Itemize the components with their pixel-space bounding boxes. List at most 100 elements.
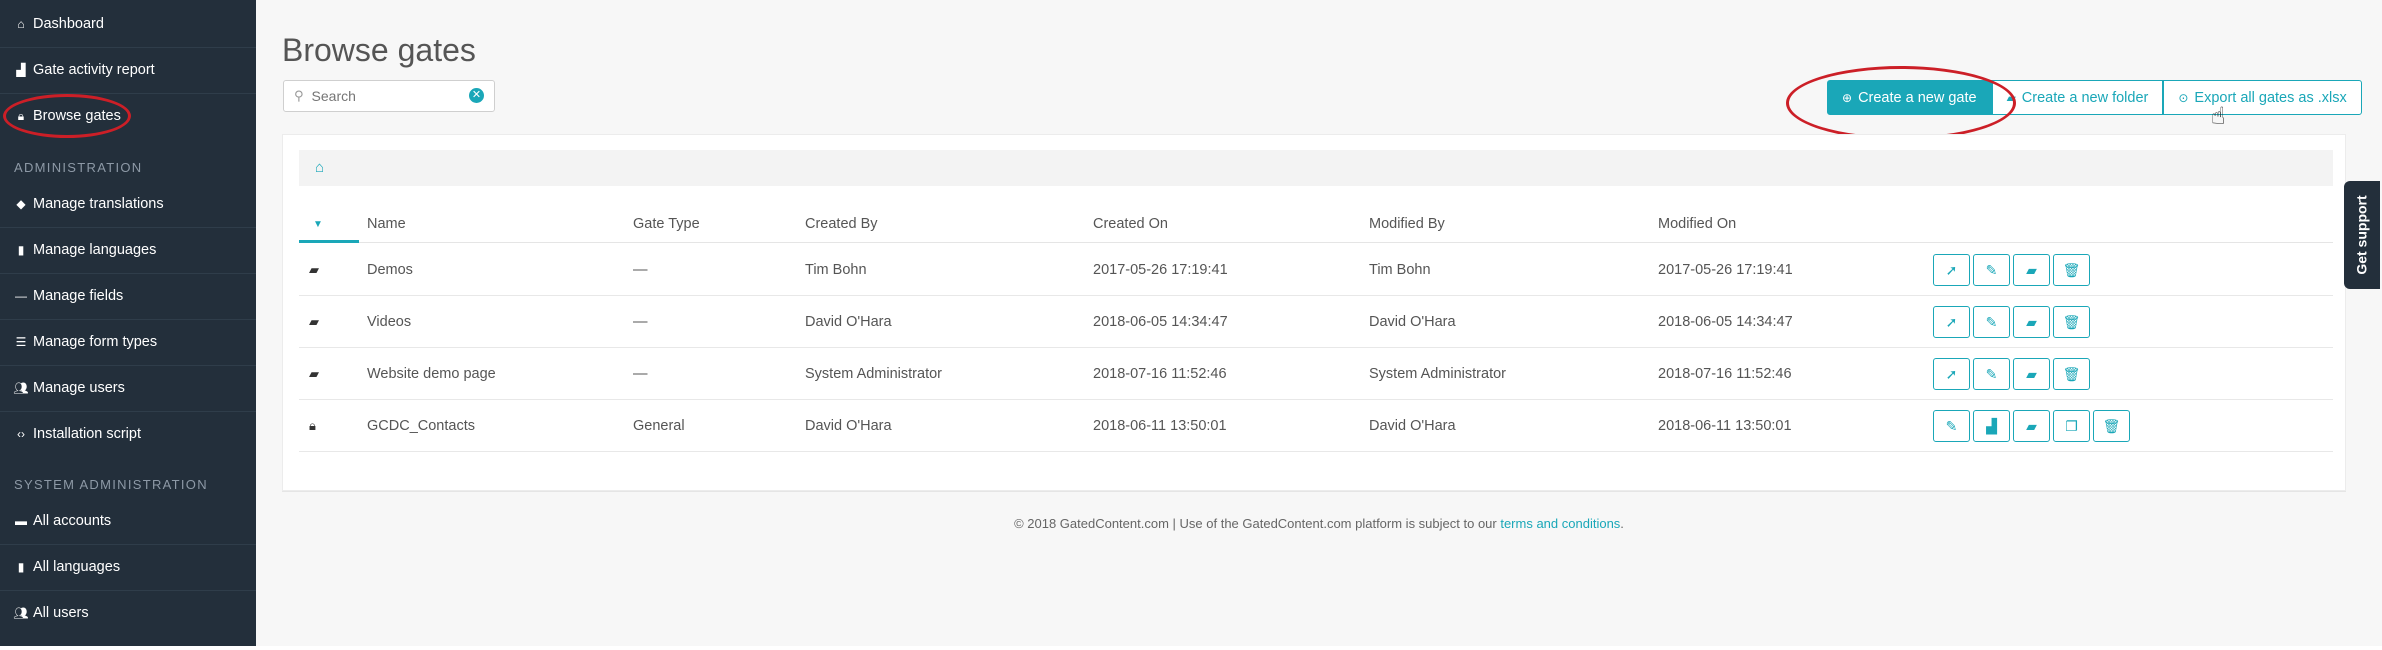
get-support-label: Get support <box>2354 195 2370 275</box>
create-folder-button[interactable]: ▰ Create a new folder <box>1991 80 2164 115</box>
column-header-modified-by[interactable]: Modified By <box>1369 216 1445 232</box>
table-header: ▼ Name Gate Type Created By Created On M… <box>299 205 2333 243</box>
sidebar-item-label: Installation script <box>33 426 141 442</box>
column-header-modified-on[interactable]: Modified On <box>1658 216 1736 232</box>
code-icon: ‹› <box>17 427 25 441</box>
download-icon: ⊙ <box>2178 90 2189 105</box>
get-support-tab[interactable]: Get support <box>2344 181 2380 289</box>
folder-icon: ▰ <box>2026 261 2037 278</box>
highlight-circle <box>3 94 131 138</box>
edit-button[interactable]: ✎ <box>1933 410 1970 442</box>
cell-created-on: 2018-06-11 13:50:01 <box>1093 418 1227 434</box>
move-button[interactable]: ▰ <box>2013 254 2050 286</box>
delete-button[interactable]: 🗑︎ <box>2053 358 2090 390</box>
column-header-name[interactable]: Name <box>367 216 406 232</box>
cell-name[interactable]: GCDC_Contacts <box>367 418 475 434</box>
delete-button[interactable]: 🗑︎ <box>2053 254 2090 286</box>
cell-modified-on: 2018-07-16 11:52:46 <box>1658 366 1792 382</box>
table-row[interactable]: ▰ Website demo page — System Administrat… <box>299 348 2333 400</box>
sidebar-item-label: Manage fields <box>33 288 124 304</box>
briefcase-icon: ▬ <box>15 514 27 528</box>
cell-gate-type: — <box>633 314 648 330</box>
cell-created-by: Tim Bohn <box>805 262 867 278</box>
cell-modified-by: David O'Hara <box>1369 314 1456 330</box>
table-row[interactable]: ▰ Demos — Tim Bohn 2017-05-26 17:19:41 T… <box>299 244 2333 296</box>
trash-icon: 🗑︎ <box>2062 313 2081 330</box>
sort-toggle[interactable]: ▼ <box>299 205 359 243</box>
highlight-circle <box>1786 66 2016 140</box>
home-icon[interactable]: ⌂ <box>315 159 324 176</box>
row-actions: ✎ ▟ ▰ ❐ 🗑︎ <box>1933 410 2130 442</box>
column-header-created-on[interactable]: Created On <box>1093 216 1168 232</box>
table-row[interactable]: ▰ Videos — David O'Hara 2018-06-05 14:34… <box>299 296 2333 348</box>
open-button[interactable]: ➚ <box>1933 254 1970 286</box>
edit-button[interactable]: ✎ <box>1973 358 2010 390</box>
export-xlsx-button[interactable]: ⊙ Export all gates as .xlsx <box>2163 80 2362 115</box>
breadcrumb: ⌂ <box>299 150 2333 186</box>
edit-button[interactable]: ✎ <box>1973 254 2010 286</box>
sidebar-item-all-users[interactable]: 👥︎ All users <box>0 591 256 635</box>
folder-icon: ▰ <box>309 366 319 381</box>
users-icon: 👥︎ <box>13 381 29 395</box>
sidebar-item-all-languages[interactable]: ▮ All languages <box>0 545 256 589</box>
search-box[interactable]: ⚲ ✕ <box>283 80 495 112</box>
sidebar-item-gate-activity-report[interactable]: ▟ Gate activity report <box>0 48 256 92</box>
section-heading-administration: ADMINISTRATION <box>14 160 143 175</box>
open-button[interactable]: ➚ <box>1933 306 1970 338</box>
move-button[interactable]: ▰ <box>2013 358 2050 390</box>
cell-created-on: 2018-06-05 14:34:47 <box>1093 314 1228 330</box>
search-input[interactable] <box>311 88 462 104</box>
cell-created-on: 2018-07-16 11:52:46 <box>1093 366 1227 382</box>
column-header-created-by[interactable]: Created By <box>805 216 878 232</box>
footer: © 2018 GatedContent.com | Use of the Gat… <box>256 516 2382 531</box>
sidebar-item-manage-languages[interactable]: ▮ Manage languages <box>0 228 256 272</box>
bar-chart-icon: ▟ <box>1986 417 1997 434</box>
sidebar-item-manage-fields[interactable]: — Manage fields <box>0 274 256 318</box>
cell-name[interactable]: Website demo page <box>367 366 496 382</box>
book-icon: ▮ <box>17 560 25 574</box>
sidebar-item-dashboard[interactable]: ⌂ Dashboard <box>0 2 256 46</box>
terms-link[interactable]: terms and conditions <box>1500 516 1620 531</box>
folder-icon: ▰ <box>309 262 319 277</box>
copy-button[interactable]: ❐ <box>2053 410 2090 442</box>
delete-button[interactable]: 🗑︎ <box>2053 306 2090 338</box>
home-icon: ⌂ <box>17 17 25 31</box>
cell-gate-type: — <box>633 262 648 278</box>
trash-icon: 🗑︎ <box>2062 365 2081 382</box>
users-icon: 👥︎ <box>13 606 29 620</box>
folder-icon: ▰ <box>309 314 319 329</box>
sidebar-item-label: All accounts <box>33 513 112 529</box>
cell-created-by: David O'Hara <box>805 314 892 330</box>
footer-suffix: . <box>1620 516 1624 531</box>
list-icon: ☰ <box>15 335 27 349</box>
cell-modified-by: Tim Bohn <box>1369 262 1431 278</box>
lock-icon: 🔒︎ <box>309 418 316 433</box>
cell-modified-by: System Administrator <box>1369 366 1506 382</box>
pointer-cursor-icon: ☝ <box>2211 103 2226 130</box>
move-button[interactable]: ▰ <box>2013 410 2050 442</box>
gates-panel: ⌂ ▼ Name Gate Type Created By Created On… <box>282 134 2346 491</box>
sidebar-item-manage-users[interactable]: 👥︎ Manage users <box>0 366 256 410</box>
cell-created-on: 2017-05-26 17:19:41 <box>1093 262 1228 278</box>
sidebar: ⌂ Dashboard ▟ Gate activity report 🔒︎ Br… <box>0 0 256 646</box>
cell-name[interactable]: Videos <box>367 314 411 330</box>
search-icon: ⚲ <box>294 88 304 103</box>
edit-button[interactable]: ✎ <box>1973 306 2010 338</box>
sidebar-item-manage-translations[interactable]: ◆ Manage translations <box>0 182 256 226</box>
delete-button[interactable]: 🗑︎ <box>2093 410 2130 442</box>
column-header-gate-type[interactable]: Gate Type <box>633 216 700 232</box>
sidebar-item-label: All users <box>33 605 89 621</box>
sidebar-item-installation-script[interactable]: ‹› Installation script <box>0 412 256 456</box>
sidebar-item-label: Manage users <box>33 380 125 396</box>
sidebar-item-all-accounts[interactable]: ▬ All accounts <box>0 499 256 543</box>
folder-icon: ▰ <box>2026 365 2037 382</box>
cell-gate-type: General <box>633 418 685 434</box>
statistics-button[interactable]: ▟ <box>1973 410 2010 442</box>
sidebar-item-label: Manage form types <box>33 334 158 350</box>
sidebar-item-manage-form-types[interactable]: ☰ Manage form types <box>0 320 256 364</box>
clear-search-icon[interactable]: ✕ <box>469 88 484 103</box>
table-row[interactable]: 🔒︎ GCDC_Contacts General David O'Hara 20… <box>299 400 2333 452</box>
move-button[interactable]: ▰ <box>2013 306 2050 338</box>
cell-name[interactable]: Demos <box>367 262 413 278</box>
open-button[interactable]: ➚ <box>1933 358 1970 390</box>
